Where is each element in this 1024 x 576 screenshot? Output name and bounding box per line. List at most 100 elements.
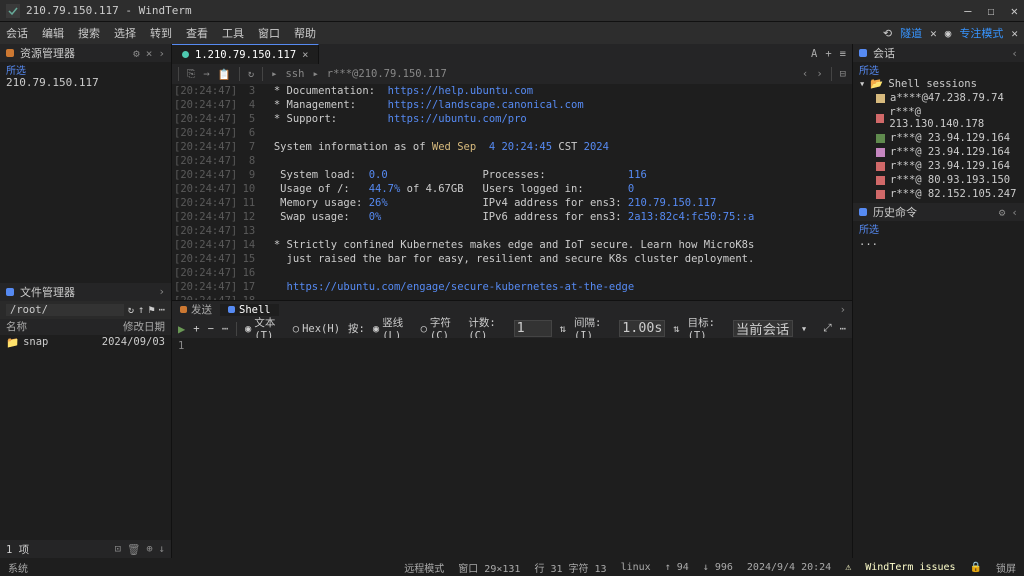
expand-icon[interactable]: ⤢ <box>823 322 831 335</box>
terminal-output[interactable]: [20:24:47]3 * Documentation: https://hel… <box>172 84 852 300</box>
minimize-button[interactable]: — <box>964 4 971 18</box>
send-tab-shell[interactable]: Shell <box>220 304 279 316</box>
paste-icon[interactable]: 📋 <box>218 68 231 81</box>
shell-item[interactable]: r***@ 213.130.140.178 <box>853 105 1024 131</box>
more-button[interactable]: ⋯ <box>222 323 228 335</box>
shell-item[interactable]: r***@ 23.94.129.164 <box>853 159 1024 173</box>
file-columns: 名称 修改日期 <box>0 319 171 335</box>
minus-button[interactable]: − <box>208 323 214 335</box>
tab-menu-icon[interactable]: ≡ <box>840 48 846 60</box>
file-row[interactable]: 📁snap 2024/09/03 <box>0 335 171 350</box>
stepper-icon[interactable]: ⇅ <box>673 323 679 335</box>
more-icon[interactable]: ⋯ <box>159 304 165 316</box>
remote-mode[interactable]: 远程模式 <box>404 560 444 575</box>
menu-tools[interactable]: 工具 <box>222 25 244 41</box>
plus-button[interactable]: + <box>193 323 199 335</box>
interval-input[interactable] <box>619 320 665 337</box>
stepper-icon[interactable]: ⇅ <box>560 323 566 335</box>
send-tab-send[interactable]: 发送 <box>172 302 220 317</box>
bc-user[interactable]: r***@210.79.150.117 <box>327 68 447 80</box>
focus-icon[interactable]: ◉ <box>945 27 952 40</box>
folder-icon: 📂 <box>870 77 883 90</box>
menu-select[interactable]: 选择 <box>114 25 136 41</box>
collapse-icon[interactable]: › <box>158 285 165 298</box>
collapse-panel-icon[interactable]: › <box>834 304 852 316</box>
icon-4[interactable]: ↓ <box>159 543 165 556</box>
tunnel-link[interactable]: 隧道 <box>900 25 922 41</box>
system-label[interactable]: 系统 <box>8 560 28 575</box>
menu-session[interactable]: 会话 <box>6 25 28 41</box>
collapse-icon[interactable]: ‹ <box>1011 47 1018 60</box>
dropdown-icon[interactable]: ▾ <box>801 323 807 335</box>
issues-link[interactable]: WindTerm issues <box>865 562 955 573</box>
collapse-icon[interactable]: ‹ <box>1011 206 1018 219</box>
settings-icon[interactable]: ⚙ <box>999 206 1006 219</box>
cursor-pos: 行 31 字符 13 <box>534 560 606 575</box>
menu-view[interactable]: 查看 <box>186 25 208 41</box>
shell-item[interactable]: r***@ 23.94.129.164 <box>853 131 1024 145</box>
menu-bar: 会话 编辑 搜索 选择 转到 查看 工具 窗口 帮助 ⟲ 隧道 ✕ ◉ 专注模式… <box>0 22 1024 44</box>
close-x-icon[interactable]: ✕ <box>930 27 937 40</box>
tab-plus[interactable]: + <box>825 48 831 60</box>
close-button[interactable]: ✕ <box>1011 4 1018 18</box>
shell-item[interactable]: r***@ 80.93.193.150 <box>853 173 1024 187</box>
icon-3[interactable]: ⊕ <box>146 543 152 556</box>
refresh-icon[interactable]: ↻ <box>128 304 134 316</box>
arrow-icon[interactable]: → <box>203 68 209 80</box>
icon-2[interactable]: 🗑 <box>127 543 140 556</box>
count-input[interactable] <box>514 320 552 337</box>
shell-item[interactable]: a****@47.238.79.74 <box>853 91 1024 105</box>
collapse-icon[interactable]: › <box>158 47 165 60</box>
col-date[interactable]: 修改日期 <box>123 319 165 335</box>
bottom-status: 系统 远程模式 窗口 29×131 行 31 字符 13 linux ↑ 94 … <box>0 558 1024 576</box>
window-title: 210.79.150.117 - WindTerm <box>26 4 964 17</box>
close-panel-icon[interactable]: × <box>146 47 153 60</box>
copy-icon[interactable]: ⎘ <box>187 68 195 81</box>
flag-icon[interactable]: ⚑ <box>148 304 154 316</box>
item-count: 1 项 <box>6 542 29 557</box>
resource-sub: 所选 <box>0 62 171 76</box>
sessions-header: 会话 ‹ <box>853 44 1024 62</box>
settings-icon[interactable]: ⚙ <box>133 47 140 60</box>
menu-window[interactable]: 窗口 <box>258 25 280 41</box>
play-button[interactable]: ▶ <box>178 322 185 336</box>
chevron-down-icon: ▾ <box>859 78 865 90</box>
menu-help[interactable]: 帮助 <box>294 25 316 41</box>
history-item[interactable]: ... <box>853 235 1024 249</box>
focus-link[interactable]: 专注模式 <box>959 25 1003 41</box>
window-size: 窗口 29×131 <box>458 560 520 575</box>
target-select[interactable] <box>733 320 793 337</box>
left-icon[interactable]: ‹ <box>802 68 808 80</box>
shell-sessions-folder[interactable]: ▾ 📂 Shell sessions <box>853 76 1024 91</box>
send-area[interactable]: 1 <box>172 338 852 558</box>
warn-icon[interactable]: ⚠ <box>845 562 851 573</box>
maximize-button[interactable]: ☐ <box>988 4 995 18</box>
bc-ssh[interactable]: ssh <box>285 68 304 80</box>
shell-item[interactable]: r***@ 23.94.129.164 <box>853 145 1024 159</box>
right-column: 会话 ‹ 所选 ▾ 📂 Shell sessions a****@47.238.… <box>852 44 1024 558</box>
tunnel-icon[interactable]: ⟲ <box>883 27 892 40</box>
dot-icon <box>6 49 14 57</box>
refresh-icon[interactable]: ↻ <box>248 68 254 80</box>
session-item[interactable]: 210.79.150.117 <box>0 76 171 92</box>
shell-item[interactable]: r***@ 82.152.105.247 <box>853 187 1024 201</box>
menu-icon[interactable]: ⋯ <box>840 323 846 335</box>
close-x-icon-2[interactable]: ✕ <box>1011 27 1018 40</box>
right-icon[interactable]: › <box>816 68 822 80</box>
icon-1[interactable]: ⊡ <box>115 543 121 556</box>
lock-icon[interactable]: 🔒 <box>970 562 982 573</box>
lock-label[interactable]: 锁屏 <box>996 560 1016 575</box>
radio-hex[interactable]: ○Hex(H) <box>293 323 340 335</box>
up-icon[interactable]: ↑ <box>138 304 144 316</box>
col-name[interactable]: 名称 <box>6 319 123 335</box>
path-input[interactable]: /root/ <box>6 304 124 316</box>
close-tab-icon[interactable]: × <box>302 49 308 61</box>
menu-edit[interactable]: 编辑 <box>42 25 64 41</box>
tab-session-1[interactable]: 1.210.79.150.117 × <box>172 44 319 64</box>
send-panel: 发送 Shell › ▶ + − ⋯ ◉文本(T) ○Hex(H) 按: ◉竖线… <box>172 300 852 338</box>
tab-label: 1.210.79.150.117 <box>195 49 296 61</box>
menu-search[interactable]: 搜索 <box>78 25 100 41</box>
tab-a[interactable]: A <box>811 48 817 60</box>
scroll-icon[interactable]: ⊟ <box>840 68 846 80</box>
menu-goto[interactable]: 转到 <box>150 25 172 41</box>
